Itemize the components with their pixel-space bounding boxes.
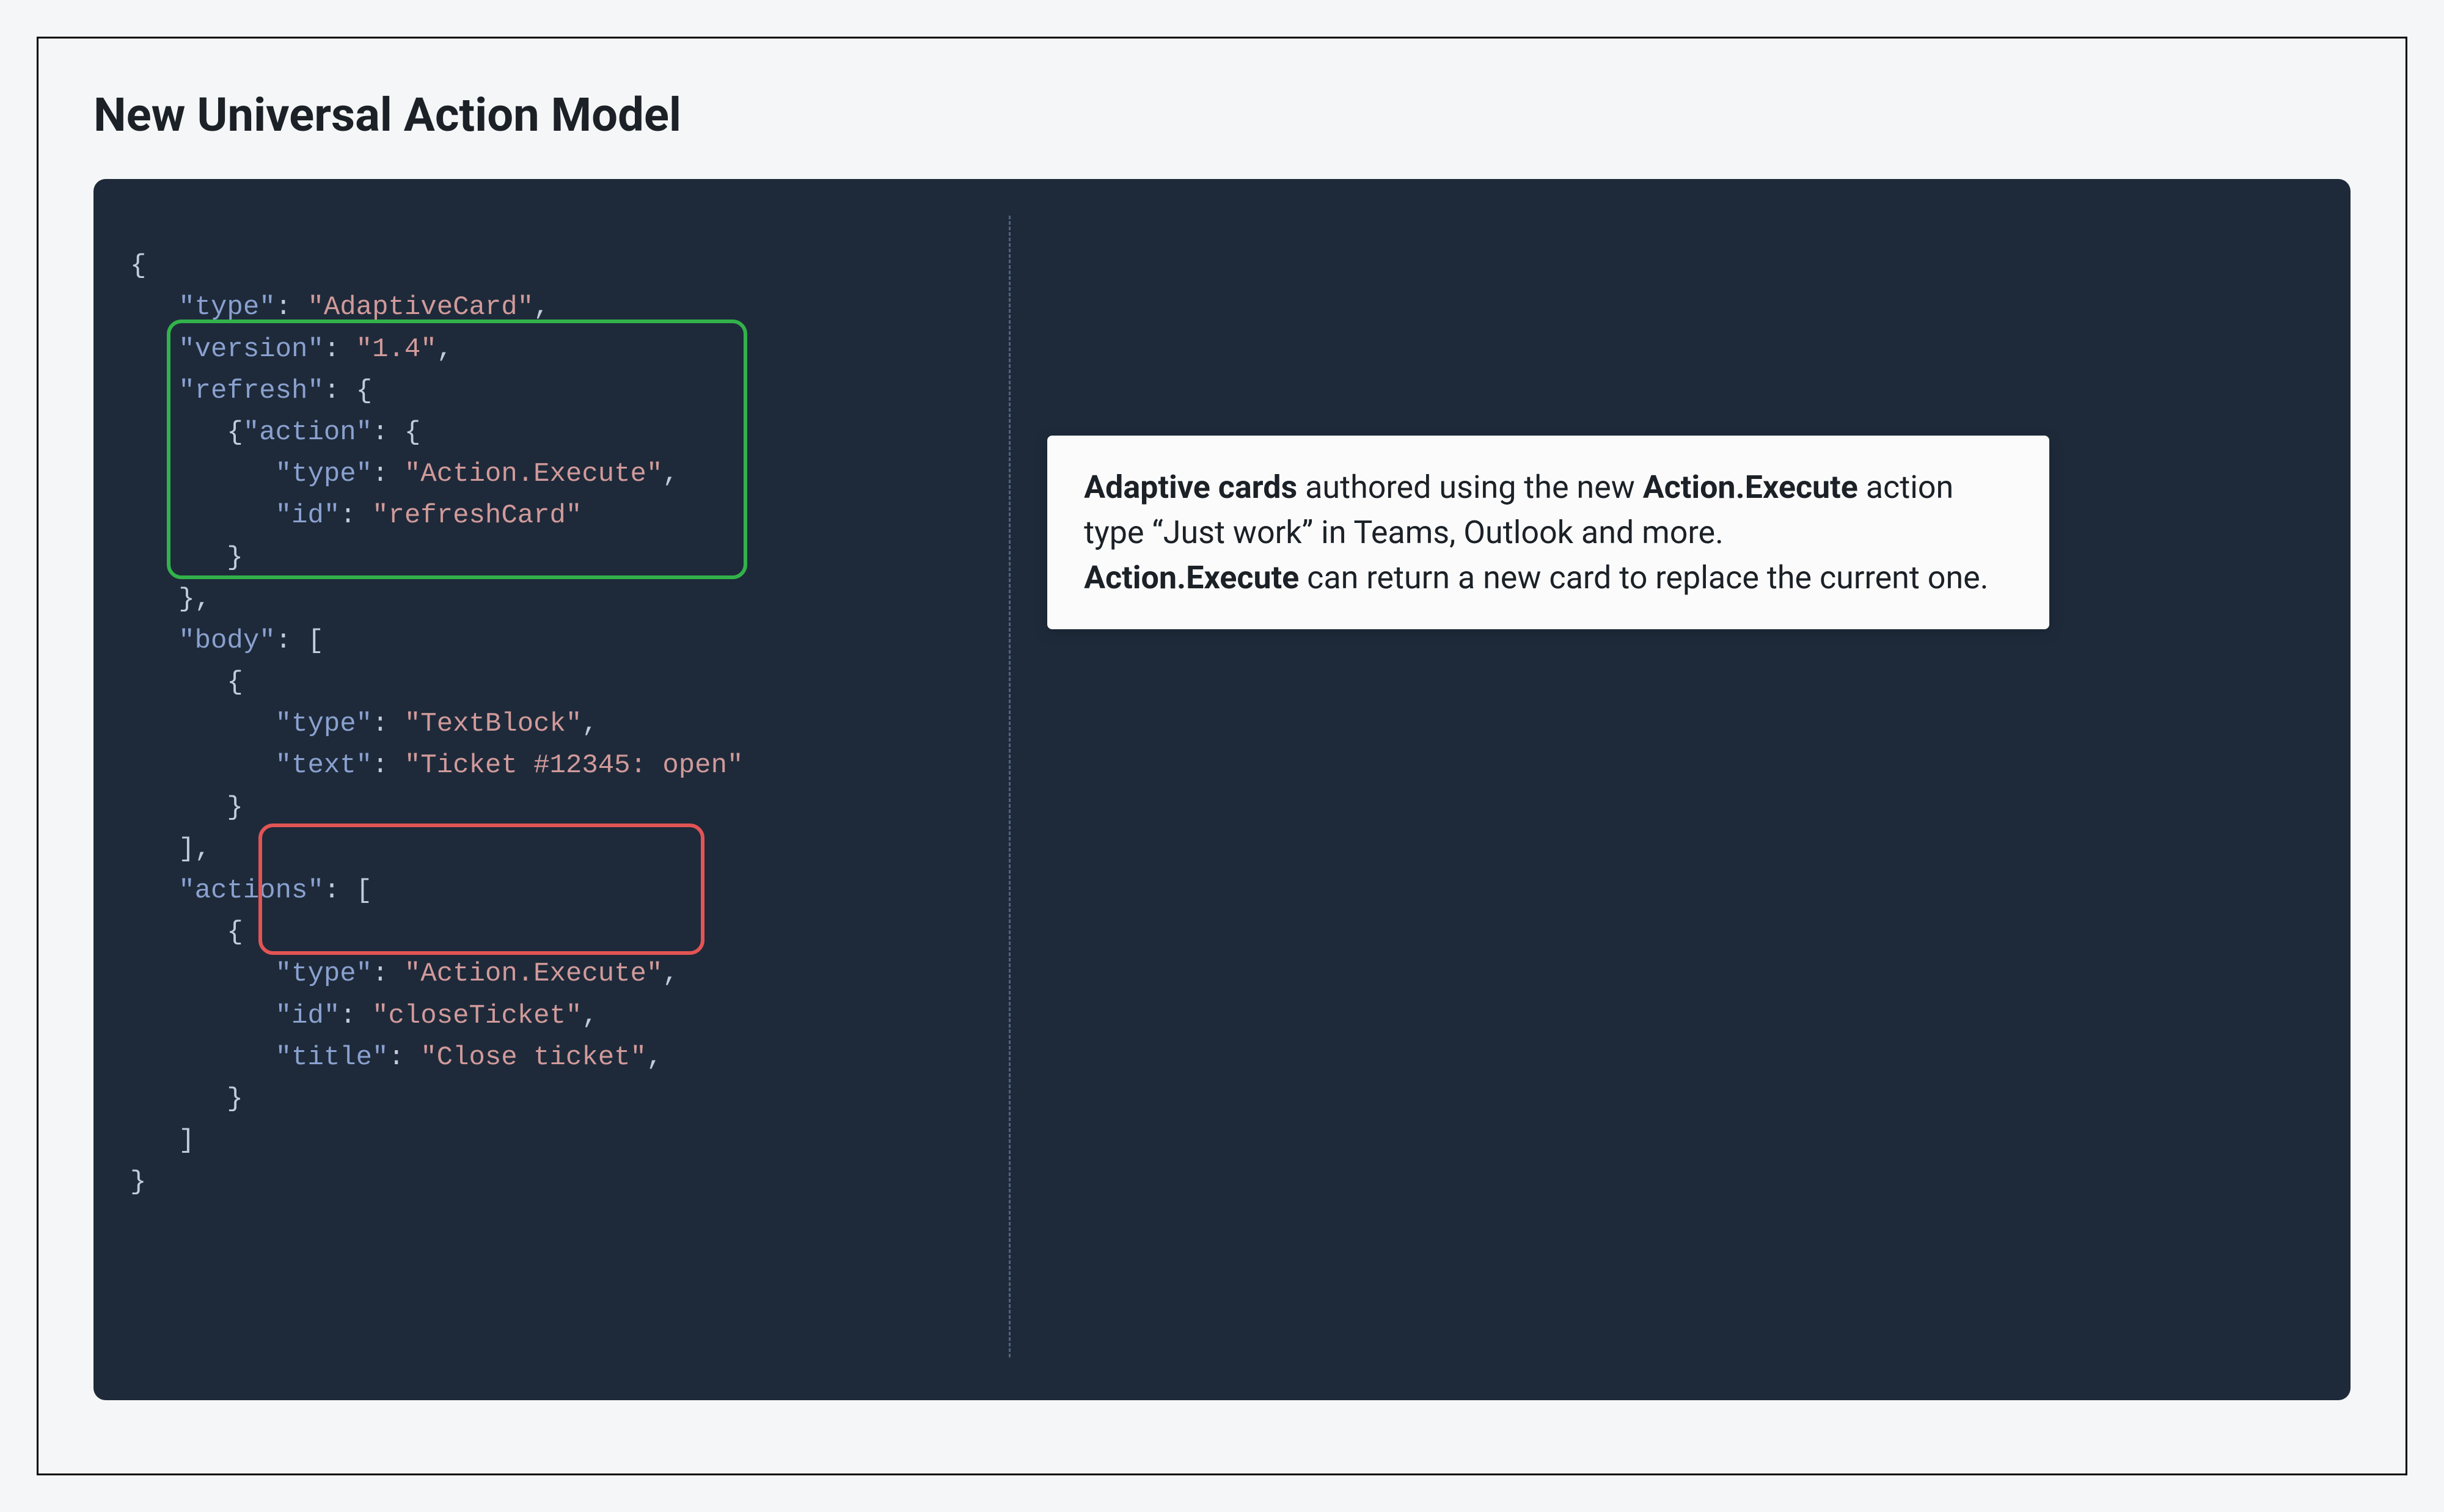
page: New Universal Action Model { "type": "Ad… (0, 0, 2444, 1512)
code-line: "id" (130, 1001, 340, 1031)
code-line: "type" (130, 709, 372, 739)
code-line: "actions" (130, 875, 324, 906)
desc-bold-1: Adaptive cards (1084, 469, 1297, 506)
desc-text-3: can return a new card to replace the cur… (1299, 559, 1988, 596)
code-line: { (130, 250, 146, 281)
code-line: "id" (130, 500, 340, 531)
code-line: "title" (130, 1042, 388, 1073)
code-line: "type" (130, 959, 372, 989)
desc-text-1: authored using the new (1297, 469, 1642, 506)
code-line: } (130, 542, 243, 573)
code-line: "body" (130, 626, 276, 656)
code-line: "version" (130, 334, 324, 365)
description-column: Adaptive cards authored using the new Ac… (1047, 203, 2314, 1370)
code-line: { (130, 917, 243, 948)
code-line: { (130, 417, 243, 448)
description-box: Adaptive cards authored using the new Ac… (1047, 436, 2049, 629)
desc-bold-2: Action.Execute (1643, 469, 1858, 506)
code-line: ] (130, 1125, 195, 1156)
content-frame: New Universal Action Model { "type": "Ad… (37, 37, 2407, 1475)
code-line: } (130, 792, 243, 823)
code-line: ], (130, 834, 211, 864)
code-line: }, (130, 584, 211, 615)
code-line: "text" (130, 750, 372, 781)
code-line: "refresh" (130, 376, 324, 406)
vertical-divider (1009, 216, 1011, 1357)
code-line: { (130, 667, 243, 698)
section-heading: New Universal Action Model (93, 87, 2351, 142)
code-line: } (130, 1167, 146, 1197)
code-line: "type" (130, 459, 372, 489)
code-block: { "type": "AdaptiveCard", "version": "1.… (130, 203, 960, 1370)
code-card: { "type": "AdaptiveCard", "version": "1.… (93, 179, 2351, 1400)
code-line: } (130, 1084, 243, 1114)
code-line: "type" (130, 292, 276, 323)
desc-bold-3: Action.Execute (1084, 559, 1299, 596)
